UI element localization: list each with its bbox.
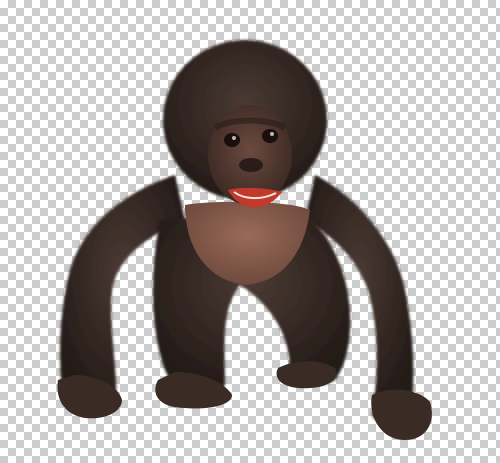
right-eye: [262, 129, 278, 143]
left-eye: [224, 133, 240, 147]
head: [163, 40, 327, 208]
nose: [239, 158, 263, 172]
baby-bonobo-image: [57, 40, 432, 440]
body: [153, 201, 351, 409]
